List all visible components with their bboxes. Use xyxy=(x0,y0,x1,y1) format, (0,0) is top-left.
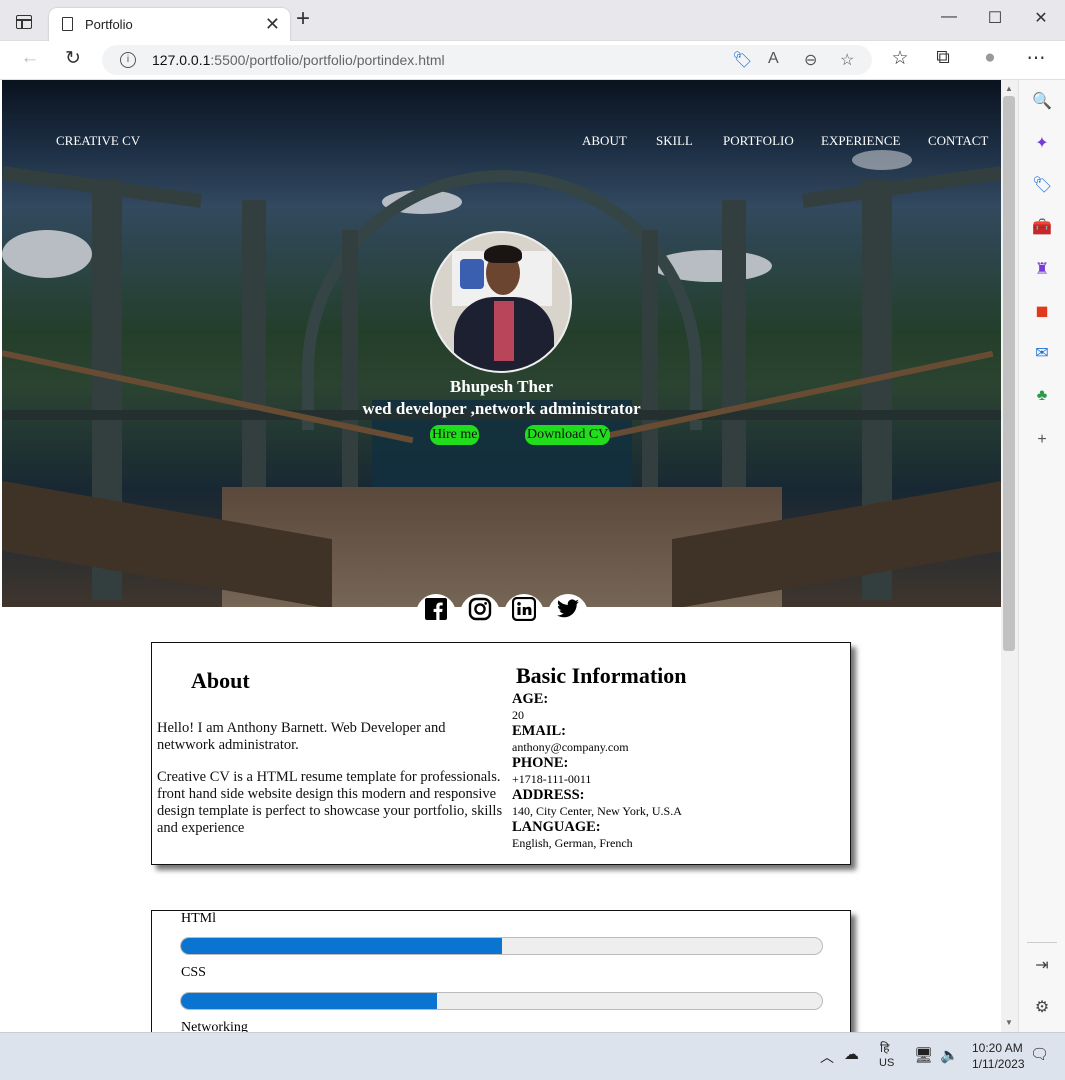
twitter-icon[interactable] xyxy=(548,594,588,624)
minimize-icon[interactable]: — xyxy=(926,8,972,26)
about-card: About Hello! I am Anthony Barnett. Web D… xyxy=(151,642,851,865)
url-text: 127.0.0.1:5500/portfolio/portfolio/porti… xyxy=(152,52,445,68)
info-value-phone: +1718-111-0011 xyxy=(512,772,592,786)
language-region[interactable]: US xyxy=(879,1057,894,1069)
scroll-down-icon[interactable]: ▼ xyxy=(1005,1018,1013,1027)
brand-logo[interactable]: CREATIVE CV xyxy=(56,133,140,149)
add-icon[interactable]: + xyxy=(1032,430,1052,450)
tab-title: Portfolio xyxy=(85,17,133,32)
info-label-language: LANGUAGE: xyxy=(512,819,601,835)
instagram-icon[interactable] xyxy=(460,594,500,624)
tab-strip: Portfolio ✕ + — ☐ ✕ xyxy=(0,0,1065,41)
notification-icon[interactable]: 🗨 xyxy=(1030,1045,1049,1063)
shopping-tag-icon[interactable]: 🏷 xyxy=(732,50,752,70)
nav-contact[interactable]: CONTACT xyxy=(928,133,988,149)
close-tab-icon[interactable]: ✕ xyxy=(265,14,280,35)
about-paragraph: Creative CV is a HTML resume template fo… xyxy=(157,769,503,836)
profile-icon[interactable]: ● xyxy=(977,47,1003,69)
volume-icon[interactable]: 🔈 xyxy=(940,1046,959,1064)
clock-time[interactable]: 10:20 AM xyxy=(972,1041,1023,1055)
nav-experience[interactable]: EXPERIENCE xyxy=(821,133,900,149)
collections-icon[interactable]: ⧉ xyxy=(930,47,956,69)
add-favorite-icon[interactable]: ☆ xyxy=(840,50,854,70)
favorites-icon[interactable]: ☆ xyxy=(887,47,913,70)
profile-role: wed developer ,network administrator xyxy=(362,399,641,418)
copilot-icon[interactable]: ✦ xyxy=(1032,134,1052,154)
nav-portfolio[interactable]: PORTFOLIO xyxy=(723,133,794,149)
page-scrollbar[interactable]: ▲ ▼ xyxy=(1001,80,1018,1032)
more-icon[interactable]: ⋯ xyxy=(1023,47,1049,70)
profile-name: Bhupesh Ther xyxy=(449,377,554,396)
info-label-address: ADDRESS: xyxy=(512,787,585,803)
back-icon[interactable]: ← xyxy=(17,47,43,69)
scroll-thumb[interactable] xyxy=(1003,96,1015,651)
maximize-icon[interactable]: ☐ xyxy=(972,8,1018,28)
scroll-up-icon[interactable]: ▲ xyxy=(1005,84,1013,93)
info-value-age: 20 xyxy=(512,708,524,722)
new-tab-icon[interactable]: + xyxy=(296,7,310,31)
browser-sidebar: 🔍 ✦ 🏷 🧰 ♜ ◼ ✉ ♣ + ⇥ ⚙ xyxy=(1018,80,1065,1032)
close-window-icon[interactable]: ✕ xyxy=(1018,8,1064,28)
skill-bar-html xyxy=(180,937,823,955)
hero-section: CREATIVE CV ABOUT SKILL PORTFOLIO EXPERI… xyxy=(2,80,1001,607)
sidebar-toggle-icon[interactable]: ⇥ xyxy=(1032,956,1052,976)
settings-icon[interactable]: ⚙ xyxy=(1032,998,1052,1018)
info-label-age: AGE: xyxy=(512,691,549,707)
skill-fill xyxy=(181,938,502,954)
skill-label-html: HTMl xyxy=(181,911,216,926)
basic-info-heading: Basic Information xyxy=(516,663,687,688)
nav-about[interactable]: ABOUT xyxy=(582,133,627,149)
skill-bar-css xyxy=(180,992,823,1010)
tools-icon[interactable]: 🧰 xyxy=(1032,218,1052,238)
outlook-icon[interactable]: ✉ xyxy=(1032,344,1052,364)
web-page: CREATIVE CV ABOUT SKILL PORTFOLIO EXPERI… xyxy=(2,80,1001,1032)
social-links xyxy=(416,594,588,624)
skill-label-networking: Networking xyxy=(181,1020,248,1032)
nav-skill[interactable]: SKILL xyxy=(656,133,693,149)
skill-fill xyxy=(181,993,438,1009)
info-value-email: anthony@company.com xyxy=(512,740,629,754)
zoom-out-icon[interactable]: ⊖ xyxy=(804,50,817,70)
profile-photo xyxy=(430,231,572,373)
page-icon xyxy=(62,17,73,31)
info-value-address: 140, City Center, New York, U.S.A xyxy=(512,804,682,818)
language-indicator[interactable]: हि xyxy=(880,1039,889,1056)
browser-toolbar: ← ↻ i 127.0.0.1:5500/portfolio/portfolio… xyxy=(0,41,1065,80)
info-label-phone: PHONE: xyxy=(512,755,569,771)
office-icon[interactable]: ◼ xyxy=(1032,302,1052,322)
facebook-icon[interactable] xyxy=(416,594,456,624)
games-icon[interactable]: ♜ xyxy=(1032,260,1052,280)
browser-tab[interactable]: Portfolio ✕ xyxy=(49,8,290,41)
shopping-icon[interactable]: 🏷 xyxy=(1032,176,1052,196)
read-aloud-icon[interactable]: A xyxy=(768,50,779,68)
download-cv-button[interactable]: Download CV xyxy=(525,425,611,445)
tab-actions-icon[interactable] xyxy=(16,15,32,29)
refresh-icon[interactable]: ↻ xyxy=(60,47,86,70)
about-paragraph: Hello! I am Anthony Barnett. Web Develop… xyxy=(157,720,446,753)
chevron-up-icon[interactable]: ︿ xyxy=(820,1047,834,1067)
info-label-email: EMAIL: xyxy=(512,723,566,739)
hire-me-button[interactable]: Hire me xyxy=(430,425,480,445)
network-icon[interactable]: 🖥 xyxy=(914,1046,933,1064)
info-value-language: English, German, French xyxy=(512,836,633,850)
skill-label-css: CSS xyxy=(181,965,206,980)
address-bar[interactable]: i 127.0.0.1:5500/portfolio/portfolio/por… xyxy=(102,45,872,75)
clock-date[interactable]: 1/11/2023 xyxy=(972,1057,1025,1071)
info-icon[interactable]: i xyxy=(120,52,136,68)
skills-card: HTMl CSS Networking xyxy=(151,910,851,1032)
tree-icon[interactable]: ♣ xyxy=(1032,386,1052,406)
cloud-icon[interactable]: ☁ xyxy=(844,1045,859,1063)
linkedin-icon[interactable] xyxy=(504,594,544,624)
taskbar: ︿ ☁ हि US 🖥 🔈 10:20 AM 1/11/2023 🗨 xyxy=(0,1032,1065,1080)
about-heading: About xyxy=(191,668,250,693)
search-icon[interactable]: 🔍 xyxy=(1032,92,1052,112)
